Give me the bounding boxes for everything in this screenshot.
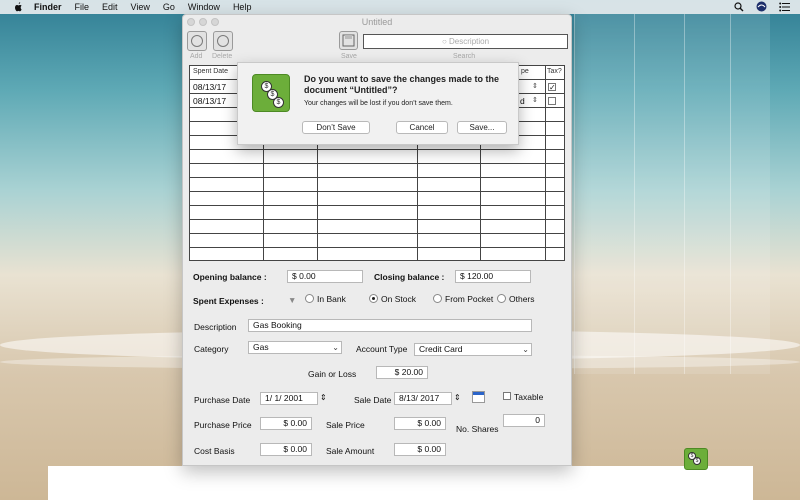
cost-basis-field[interactable]: $ 0.00: [260, 443, 312, 456]
opening-balance-field[interactable]: $ 0.00: [287, 270, 363, 283]
search-label: Search: [453, 53, 476, 60]
no-shares-field[interactable]: 0: [503, 414, 545, 427]
add-button[interactable]: [187, 31, 207, 51]
save-changes-dialog: $ $ $ Do you want to save the changes ma…: [237, 62, 519, 145]
add-label: Add: [190, 53, 203, 60]
radio-on-stock-label[interactable]: On Stock: [381, 294, 416, 304]
description-field[interactable]: Gas Booking: [248, 319, 532, 332]
add-icon: [191, 35, 203, 47]
menu-view[interactable]: View: [131, 2, 150, 12]
account-type-select[interactable]: Credit Card ⌄: [414, 343, 532, 356]
category-label: Category: [194, 344, 229, 354]
dialog-message: Your changes will be lost if you don’t s…: [304, 100, 453, 107]
search-icon: ○: [441, 37, 447, 46]
radio-others[interactable]: [497, 294, 506, 303]
notification-center-icon[interactable]: [779, 2, 790, 12]
description-label: Description: [194, 322, 237, 332]
cost-basis-label: Cost Basis: [194, 446, 235, 456]
radio-in-bank-label[interactable]: In Bank: [317, 294, 346, 304]
menu-edit[interactable]: Edit: [102, 2, 118, 12]
sale-price-field[interactable]: $ 0.00: [394, 417, 446, 430]
taxable-label[interactable]: Taxable: [514, 392, 543, 402]
menu-help[interactable]: Help: [233, 2, 252, 12]
minimize-icon[interactable]: [199, 18, 207, 26]
save-label: Save: [341, 53, 357, 60]
background-window-ghost: [730, 14, 770, 374]
menu-file[interactable]: File: [75, 2, 90, 12]
zoom-icon[interactable]: [211, 18, 219, 26]
background-window-ghost: [684, 14, 730, 374]
radio-others-label[interactable]: Others: [509, 294, 535, 304]
table-row-date[interactable]: 08/13/17: [193, 82, 226, 92]
table-row-type[interactable]: d: [520, 96, 525, 106]
radio-from-pocket-label[interactable]: From Pocket: [445, 294, 493, 304]
closing-balance-field[interactable]: $ 120.00: [455, 270, 531, 283]
calendar-icon[interactable]: [472, 391, 485, 403]
taxable-checkbox[interactable]: [503, 392, 511, 400]
account-type-value: Credit Card: [419, 344, 463, 354]
sale-date-label: Sale Date: [354, 395, 392, 405]
purchase-date-field[interactable]: 1/ 1/ 2001: [260, 392, 318, 405]
menu-window[interactable]: Window: [188, 2, 220, 12]
purchase-date-stepper-icon[interactable]: ⇕: [320, 393, 327, 402]
siri-icon[interactable]: [756, 1, 767, 12]
row-stepper-icon[interactable]: ⇕: [532, 82, 538, 90]
floppy-save-icon: [342, 34, 355, 47]
search-input[interactable]: ○ Description: [363, 34, 568, 49]
gain-loss-label: Gain or Loss: [308, 369, 357, 379]
chevron-down-icon: ⌄: [332, 343, 339, 352]
dont-save-button[interactable]: Don’t Save: [302, 121, 370, 134]
column-header-spent-date[interactable]: Spent Date: [193, 68, 228, 75]
background-window-ghost: [634, 14, 684, 374]
window-title: Untitled: [361, 17, 393, 27]
close-icon[interactable]: [187, 18, 195, 26]
sale-date-stepper-icon[interactable]: ⇕: [454, 393, 461, 402]
sale-amount-field[interactable]: $ 0.00: [394, 443, 446, 456]
spotlight-search-icon[interactable]: [734, 1, 744, 12]
spent-expenses-label: Spent Expenses :: [193, 296, 264, 306]
save-toolbar-button[interactable]: [339, 31, 358, 50]
menu-app-name[interactable]: Finder: [34, 2, 62, 12]
category-value: Gas: [253, 342, 269, 352]
purchase-price-label: Purchase Price: [194, 420, 252, 430]
disclosure-triangle-icon[interactable]: ▼: [288, 295, 296, 305]
radio-from-pocket[interactable]: [433, 294, 442, 303]
column-header-tax[interactable]: Tax?: [547, 68, 562, 75]
search-placeholder: Description: [449, 37, 490, 46]
background-window-ghost: [574, 14, 634, 374]
column-header-type[interactable]: pe: [521, 68, 529, 75]
category-select[interactable]: Gas ⌄: [248, 341, 342, 354]
sale-price-label: Sale Price: [326, 420, 365, 430]
gain-loss-field[interactable]: $ 20.00: [376, 366, 428, 379]
menu-bar: Finder File Edit View Go Window Help: [0, 0, 800, 14]
tax-checkbox[interactable]: ✓: [548, 83, 556, 92]
radio-in-bank[interactable]: [305, 294, 314, 303]
menu-go[interactable]: Go: [163, 2, 175, 12]
coin-icon: $: [693, 457, 701, 465]
purchase-price-field[interactable]: $ 0.00: [260, 417, 312, 430]
app-desktop-icon[interactable]: $ $: [684, 448, 708, 470]
cancel-button[interactable]: Cancel: [396, 121, 448, 134]
delete-icon: [217, 35, 229, 47]
dialog-title: Do you want to save the changes made to …: [304, 74, 500, 95]
chevron-down-icon: ⌄: [522, 345, 529, 354]
opening-balance-label: Opening balance :: [193, 272, 267, 282]
sale-date-field[interactable]: 8/13/ 2017: [394, 392, 452, 405]
purchase-date-label: Purchase Date: [194, 395, 251, 405]
coin-icon: $: [273, 97, 284, 108]
row-stepper-icon[interactable]: ⇕: [532, 96, 538, 104]
delete-button[interactable]: [213, 31, 233, 51]
sale-amount-label: Sale Amount: [326, 446, 375, 456]
closing-balance-label: Closing balance :: [374, 272, 445, 282]
no-shares-label: No. Shares: [456, 424, 499, 434]
tax-checkbox[interactable]: [548, 97, 556, 105]
delete-label: Delete: [212, 53, 233, 60]
radio-on-stock[interactable]: [369, 294, 378, 303]
account-type-label: Account Type: [356, 344, 408, 354]
background-white-area: [48, 466, 753, 500]
table-row-date[interactable]: 08/13/17: [193, 96, 226, 106]
apple-menu-icon[interactable]: [12, 1, 24, 13]
save-button[interactable]: Save...: [457, 121, 507, 134]
app-icon: $ $ $: [252, 74, 290, 112]
